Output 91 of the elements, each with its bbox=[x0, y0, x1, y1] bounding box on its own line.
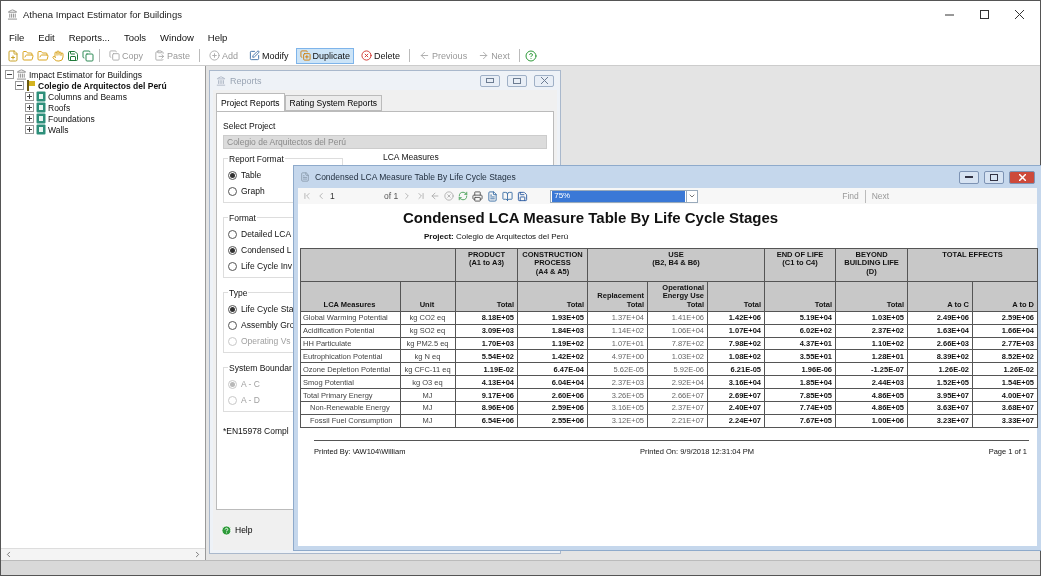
save-icon[interactable] bbox=[67, 49, 79, 62]
expand-icon[interactable] bbox=[25, 103, 34, 112]
group-title: LCA Measures bbox=[383, 152, 439, 162]
menu-item[interactable]: Tools bbox=[123, 31, 147, 43]
arrow-right-icon bbox=[478, 50, 490, 61]
project-label: Project: bbox=[424, 232, 454, 241]
minimize-icon bbox=[965, 175, 973, 179]
close-icon bbox=[1018, 173, 1026, 181]
group-title: Report Format bbox=[228, 154, 285, 164]
toolbar-button[interactable]: Duplicate bbox=[295, 47, 355, 64]
folder-icon[interactable] bbox=[22, 49, 34, 62]
note-text: *EN15978 Compl bbox=[223, 426, 289, 436]
window-icon bbox=[216, 75, 226, 86]
tree-item[interactable]: Columns and Beams bbox=[48, 91, 127, 102]
radio-option[interactable]: Condensed L bbox=[228, 245, 292, 255]
node-icon bbox=[36, 91, 46, 102]
collapse-icon[interactable] bbox=[15, 81, 24, 90]
page-field[interactable]: 1 bbox=[330, 191, 380, 201]
maximize-icon[interactable] bbox=[979, 10, 989, 19]
radio-option[interactable]: Detailed LCA bbox=[228, 229, 292, 239]
plus-icon bbox=[209, 50, 221, 61]
toolbar-button[interactable]: Delete bbox=[357, 47, 405, 64]
close-button[interactable] bbox=[534, 74, 554, 87]
tree-item[interactable]: Colegio de Arquitectos del Perú bbox=[38, 80, 167, 91]
page-layout-icon[interactable] bbox=[487, 190, 499, 202]
close-icon[interactable] bbox=[1014, 10, 1024, 19]
help-icon[interactable] bbox=[524, 49, 537, 62]
zoom-value: 75% bbox=[552, 190, 686, 202]
node-icon bbox=[36, 124, 46, 135]
window-title: Condensed LCA Measure Table By Life Cycle Stages bbox=[315, 172, 517, 182]
field-label: Select Project bbox=[223, 121, 277, 131]
tree-item[interactable]: Roofs bbox=[48, 102, 71, 113]
toolbar-button[interactable]: Modify bbox=[245, 47, 293, 64]
tree-item[interactable]: Foundations bbox=[48, 113, 95, 124]
project-name: Colegio de Arquitectos del Perú bbox=[456, 232, 569, 241]
collapse-icon[interactable] bbox=[5, 70, 14, 79]
folder-icon[interactable] bbox=[37, 49, 49, 62]
restore-icon bbox=[513, 77, 521, 84]
scroll-left-icon[interactable] bbox=[4, 550, 13, 559]
close-button[interactable] bbox=[1009, 170, 1035, 184]
group-title: Type bbox=[228, 288, 249, 298]
copy-icon bbox=[109, 50, 120, 61]
expand-icon[interactable] bbox=[25, 125, 34, 134]
tree-item[interactable]: Walls bbox=[48, 124, 69, 135]
menu-item[interactable]: Window bbox=[160, 31, 194, 43]
export-icon[interactable] bbox=[517, 190, 529, 202]
radio-option[interactable]: Table bbox=[228, 170, 262, 180]
close-icon bbox=[540, 77, 548, 84]
help-icon bbox=[221, 524, 232, 536]
tab[interactable]: Project Reports bbox=[216, 93, 285, 111]
report-title: Condensed LCA Measure Table By Life Cycle Stages bbox=[402, 209, 780, 226]
group-title: Format bbox=[228, 213, 257, 223]
tab[interactable]: Rating System Reports bbox=[284, 95, 382, 111]
scroll-right-icon[interactable] bbox=[193, 550, 202, 559]
edit-icon bbox=[249, 50, 261, 61]
restore-icon bbox=[990, 173, 998, 181]
arrow-left-icon bbox=[419, 50, 431, 61]
new-file-icon[interactable] bbox=[7, 49, 19, 62]
paste-icon bbox=[154, 50, 165, 61]
flag-icon bbox=[26, 80, 36, 91]
help-button[interactable]: Help bbox=[221, 524, 253, 536]
app-icon bbox=[7, 9, 18, 20]
copy-icon[interactable] bbox=[82, 49, 94, 62]
minimize-button[interactable] bbox=[959, 170, 979, 184]
page-count: of 1 bbox=[384, 191, 399, 201]
expand-icon[interactable] bbox=[25, 114, 34, 123]
page-setup-icon[interactable] bbox=[502, 190, 514, 202]
menu-item[interactable]: Reports... bbox=[68, 31, 110, 43]
print-icon[interactable] bbox=[472, 190, 484, 202]
node-icon bbox=[36, 113, 46, 124]
tree-item[interactable]: Impact Estimator for Buildings bbox=[29, 69, 142, 80]
radio-option[interactable]: Life Cycle Inv bbox=[228, 261, 293, 271]
menu-item[interactable]: File bbox=[9, 31, 25, 43]
radio-option[interactable]: Graph bbox=[228, 186, 265, 196]
refresh-icon[interactable] bbox=[458, 191, 469, 201]
radio-option[interactable]: Life Cycle Sta bbox=[228, 304, 294, 314]
window-title: Athena Impact Estimator for Buildings bbox=[23, 9, 183, 20]
building-icon bbox=[16, 69, 27, 80]
expand-icon[interactable] bbox=[25, 92, 34, 101]
restore-button[interactable] bbox=[984, 170, 1004, 184]
window-icon bbox=[300, 172, 310, 182]
node-icon bbox=[36, 102, 46, 113]
menu-item[interactable]: Help bbox=[207, 31, 228, 43]
menu-item[interactable]: Edit bbox=[38, 31, 55, 43]
minimize-icon bbox=[486, 78, 494, 83]
window-title: Reports bbox=[230, 75, 263, 86]
dropdown-icon bbox=[688, 192, 697, 200]
delete-icon bbox=[361, 50, 373, 61]
duplicate-icon bbox=[299, 50, 311, 61]
zoom-dropdown[interactable]: 75% bbox=[550, 189, 699, 203]
group-title: System Boundar bbox=[228, 363, 293, 373]
